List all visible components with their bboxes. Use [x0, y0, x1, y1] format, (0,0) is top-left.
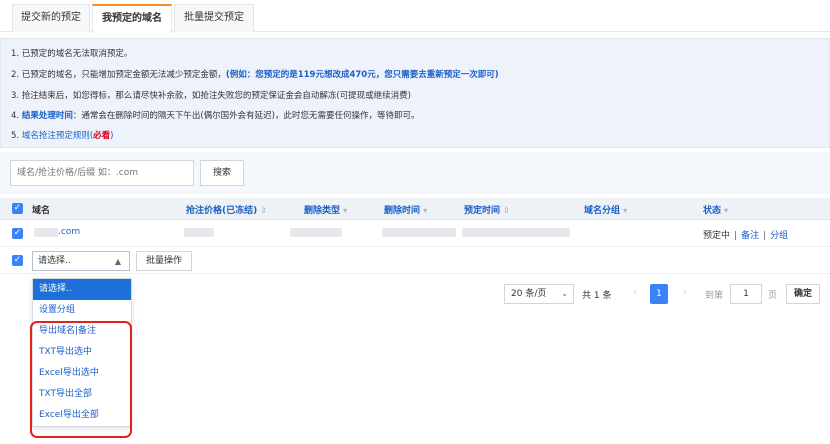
notice-box: 1. 已预定的域名无法取消预定。 2. 已预定的域名，只能增加预定金额无法减少预… — [0, 38, 830, 148]
batch-operate-button[interactable]: 批量操作 — [136, 251, 192, 271]
tab-my-reservations[interactable]: 我预定的域名 — [92, 4, 172, 33]
filter-icon: ▾ — [724, 206, 729, 215]
separator: | — [763, 231, 767, 241]
row-checkbox[interactable]: ✓ — [12, 228, 23, 239]
header-delete-type[interactable]: 删除类型 ▾ — [304, 203, 347, 216]
search-area: 搜索 — [0, 152, 830, 194]
batch-checkbox[interactable]: ✓ — [12, 255, 23, 266]
goto-label: 到第 — [705, 291, 724, 301]
notice-line-4: 4. 结果处理时间：通常会在删除时间的隔天下午出(偶尔国外会有延迟)，此时您无需… — [11, 109, 419, 121]
redacted-reserve-time — [462, 228, 570, 237]
notice-example: (例如：您预定的是119元想改成470元，您只需要去重新预定一次即可) — [225, 70, 499, 80]
header-group-label: 域名分组 — [584, 206, 621, 216]
search-button[interactable]: 搜索 — [200, 160, 244, 186]
notice-result-time: 结果处理时间 — [21, 111, 73, 121]
header-price-label: 抢注价格(已冻结) — [186, 206, 258, 216]
menu-item-select[interactable]: 请选择.. — [33, 279, 131, 300]
batch-select-value: 请选择.. — [38, 256, 71, 266]
header-reserve-time-label: 预定时间 — [464, 206, 501, 216]
redacted-delete-time — [382, 228, 456, 237]
redacted-delete-type — [290, 228, 342, 237]
rules-link-close: ) — [110, 131, 114, 141]
page-label: 页 — [768, 291, 778, 301]
redacted-price — [184, 228, 214, 237]
header-delete-time[interactable]: 删除时间 ▾ — [384, 203, 427, 216]
filter-icon: ▾ — [423, 206, 428, 215]
tab-submit-new[interactable]: 提交新的预定 — [12, 4, 90, 32]
menu-item-set-group[interactable]: 设置分组 — [33, 300, 131, 321]
row-status: 预定中 | 备注 | 分组 — [703, 228, 788, 241]
notice-line-2: 2. 已预定的域名，只能增加预定金额无法减少预定金额，(例如：您预定的是119元… — [11, 68, 499, 80]
sort-icon: ⇕ — [503, 206, 510, 215]
header-price[interactable]: 抢注价格(已冻结) ⇕ — [186, 203, 267, 216]
notice-line-3: 3. 抢注结束后，如您得标，那么请尽快补余款，如抢注失败您的预定保证金会自动解冻… — [11, 91, 411, 101]
redacted-domain-name — [34, 228, 58, 237]
note-link[interactable]: 备注 — [741, 231, 759, 241]
header-delete-time-label: 删除时间 — [384, 206, 421, 216]
goto-page-input[interactable]: 1 — [730, 284, 762, 304]
header-status-label: 状态 — [703, 206, 722, 216]
domain-link[interactable]: .com — [58, 227, 80, 237]
notice-line-2-text: 2. 已预定的域名，只能增加预定金额无法减少预定金额， — [11, 70, 226, 80]
tab-batch-submit[interactable]: 批量提交预定 — [174, 4, 254, 32]
chevron-up-icon: ▲ — [114, 257, 121, 266]
status-text: 预定中 — [703, 231, 731, 241]
current-page[interactable]: 1 — [650, 284, 668, 304]
chevron-down-icon: ⌄ — [561, 289, 568, 298]
notice-line-1: 1. 已预定的域名无法取消预定。 — [11, 49, 133, 59]
menu-item-txt-export-selected[interactable]: TXT导出选中 — [33, 342, 131, 363]
batch-row: ✓ 请选择.. ▲ 批量操作 — [0, 246, 830, 274]
notice-line-5-num: 5. — [11, 131, 22, 141]
header-domain: 域名 — [32, 206, 51, 216]
filter-icon: ▾ — [343, 206, 348, 215]
header-delete-type-label: 删除类型 — [304, 206, 341, 216]
menu-item-export-domain-note[interactable]: 导出域名|备注 — [33, 321, 131, 342]
rules-link[interactable]: 域名抢注预定规则( — [22, 131, 93, 141]
prev-page-button[interactable]: ‹ — [626, 284, 644, 304]
must-read-label: 必看 — [93, 131, 111, 141]
notice-line-4-num: 4. — [11, 111, 22, 121]
menu-item-excel-export-all[interactable]: Excel导出全部 — [33, 405, 131, 426]
total-count: 共 1 条 — [582, 291, 612, 301]
page-size-select[interactable]: 20 条/页 ⌄ — [504, 284, 574, 304]
header-reserve-time[interactable]: 预定时间 ⇕ — [464, 203, 510, 216]
menu-item-txt-export-all[interactable]: TXT导出全部 — [33, 384, 131, 405]
table-row: ✓ .com 预定中 | 备注 | 分组 — [0, 220, 830, 246]
next-page-button[interactable]: › — [676, 284, 694, 304]
separator: | — [734, 231, 738, 241]
batch-action-menu: 请选择.. 设置分组 导出域名|备注 TXT导出选中 Excel导出选中 TXT… — [32, 278, 132, 427]
notice-line-5: 5. 域名抢注预定规则(必看) — [11, 129, 113, 141]
header-group[interactable]: 域名分组 ▾ — [584, 203, 627, 216]
search-input[interactable] — [10, 160, 194, 186]
goto-confirm-button[interactable]: 确定 — [786, 284, 820, 304]
header-status[interactable]: 状态 ▾ — [703, 203, 728, 216]
select-all-checkbox[interactable]: ✓ — [12, 203, 23, 214]
notice-line-4-text: ：通常会在删除时间的隔天下午出(偶尔国外会有延迟)，此时您无需要任何操作，等待即… — [72, 111, 420, 121]
menu-item-excel-export-selected[interactable]: Excel导出选中 — [33, 363, 131, 384]
batch-action-select[interactable]: 请选择.. ▲ — [32, 251, 130, 271]
group-link[interactable]: 分组 — [770, 231, 788, 241]
tab-bar: 提交新的预定 我预定的域名 批量提交预定 — [0, 0, 830, 33]
sort-icon: ⇕ — [260, 206, 268, 215]
filter-icon: ▾ — [623, 206, 628, 215]
page-size-value: 20 条/页 — [511, 289, 547, 299]
table-header: ✓ 域名 抢注价格(已冻结) ⇕ 删除类型 ▾ 删除时间 ▾ 预定时间 ⇕ 域名… — [0, 198, 830, 220]
